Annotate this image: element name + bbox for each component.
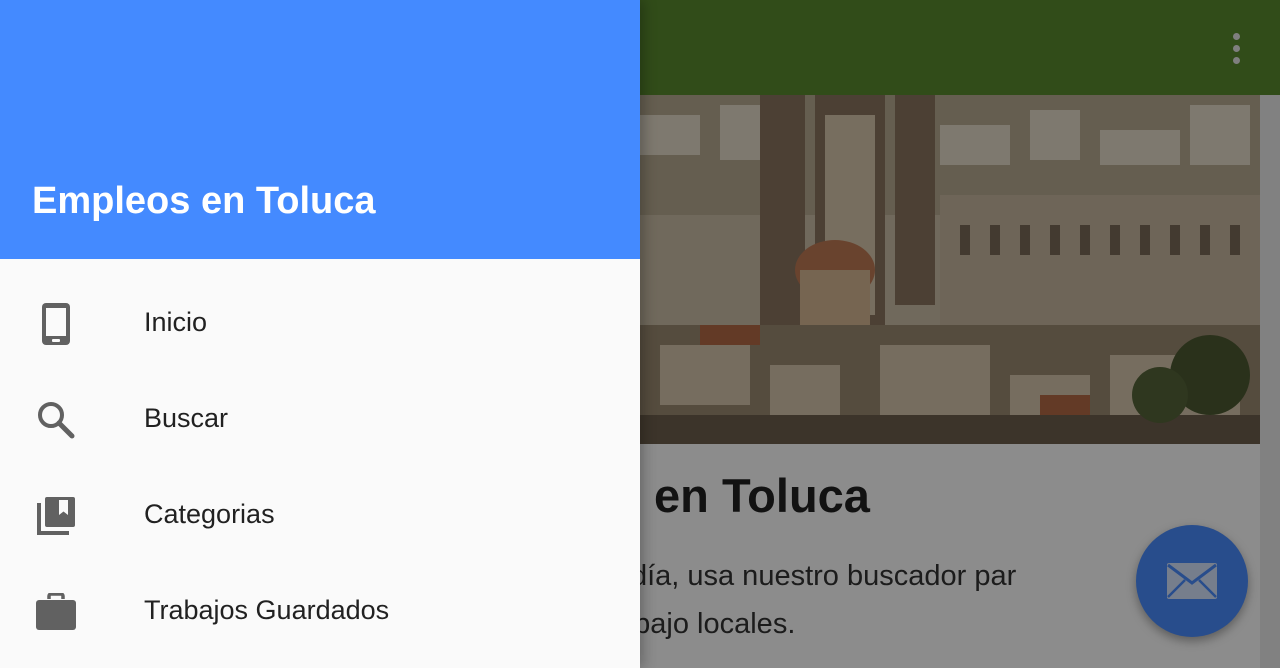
briefcase-icon: [32, 588, 80, 636]
nav-item-label: Inicio: [144, 307, 208, 337]
smartphone-icon: [32, 300, 80, 348]
nav-item-categorias[interactable]: Categorias: [0, 468, 640, 564]
nav-item-buscar[interactable]: Buscar: [0, 372, 640, 468]
nav-item-label: Buscar: [144, 403, 229, 433]
drawer-header: Empleos en Toluca: [0, 0, 640, 259]
drawer-title: Empleos en Toluca: [32, 180, 376, 222]
nav-item-label: Trabajos Guardados: [144, 595, 390, 625]
nav-item-inicio[interactable]: Inicio: [0, 276, 640, 372]
nav-item-trabajos-guardados[interactable]: Trabajos Guardados: [0, 564, 640, 660]
search-icon: [32, 396, 80, 444]
library-books-icon: [32, 492, 80, 540]
nav-item-label: Categorias: [144, 499, 275, 529]
nav-list: Inicio Buscar Categorias Trabajos Guarda…: [0, 276, 640, 660]
navigation-drawer: Empleos en Toluca Inicio Buscar Categori…: [0, 0, 640, 668]
